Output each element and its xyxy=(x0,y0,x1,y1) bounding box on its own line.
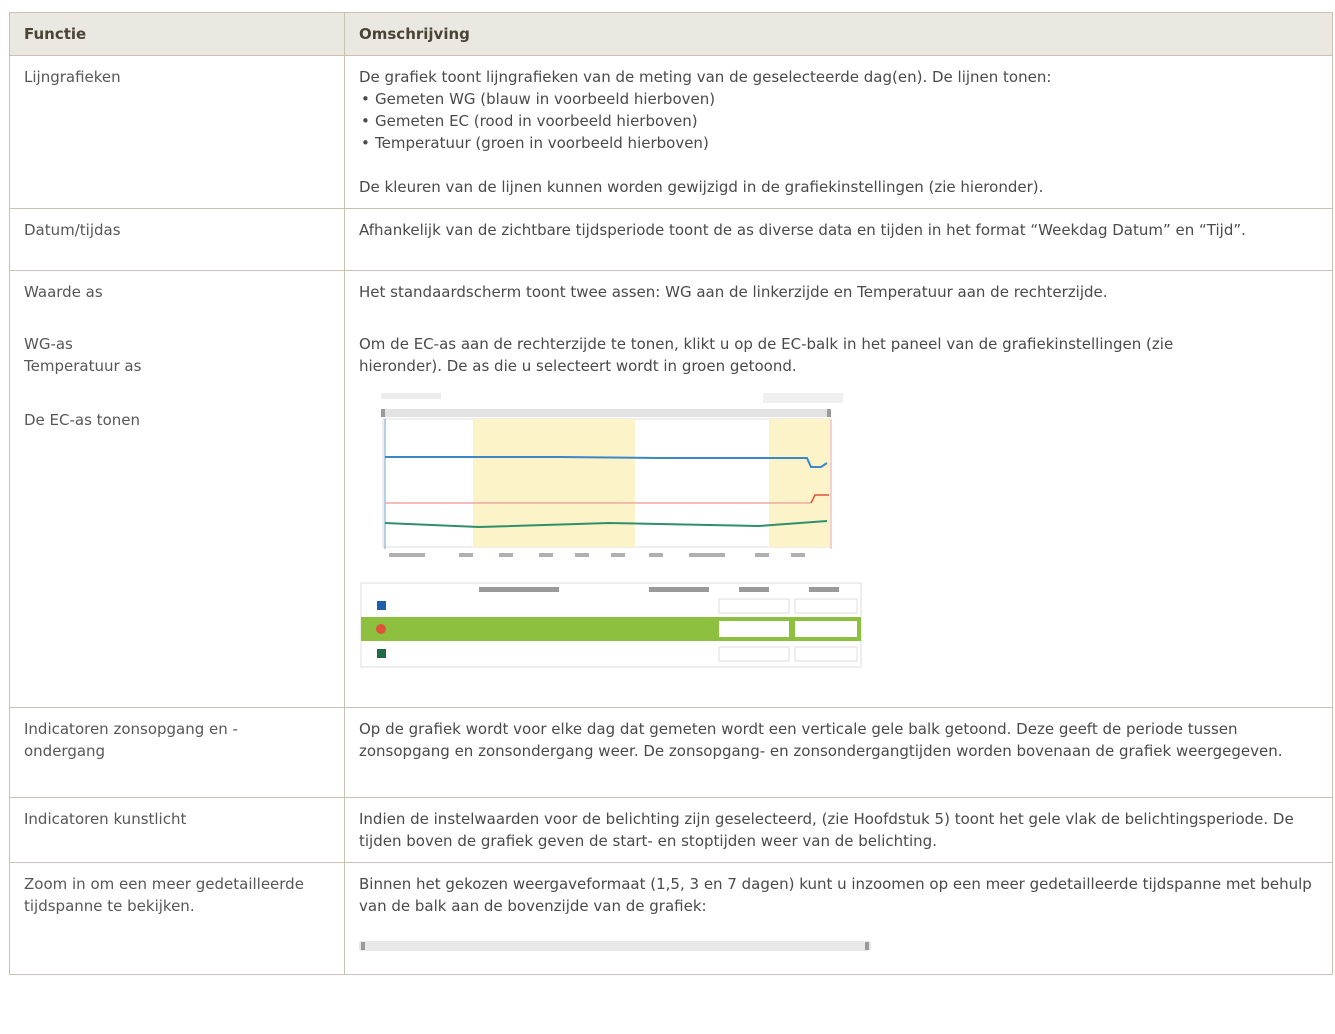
zoom-bar-image xyxy=(359,941,871,951)
table-row: Waarde as WG-as Temperatuur as De EC-as … xyxy=(9,270,1333,708)
function-cell: Indicatoren zonsopgang en -ondergang xyxy=(9,707,345,798)
table-header-row: Functie Omschrijving xyxy=(9,12,1333,56)
description-cell: De grafiek toont lijngrafieken van de me… xyxy=(344,55,1333,209)
description-cell: Indien de instelwaarden voor de belichti… xyxy=(344,797,1333,863)
chart-screenshot xyxy=(359,391,867,671)
description-cell: Op de grafiek wordt voor elke dag dat ge… xyxy=(344,707,1333,798)
chart-screenshot-image xyxy=(360,393,862,668)
function-cell: Indicatoren kunstlicht xyxy=(9,797,345,863)
zoom-handle-icon xyxy=(865,942,869,950)
description-cell: Afhankelijk van de zichtbare tijdsperiod… xyxy=(344,208,1333,271)
description-text: Het standaardscherm toont twee assen: WG… xyxy=(359,283,1108,301)
table-row: Zoom in om een meer gedetailleerde tijds… xyxy=(9,862,1333,975)
description-text: Om de EC-as aan de rechterzijde te tonen… xyxy=(359,335,1174,375)
description-text: De grafiek toont lijngrafieken van de me… xyxy=(359,68,1052,86)
table-row: Lijngrafieken De grafiek toont lijngrafi… xyxy=(9,55,1333,209)
function-table: Functie Omschrijving Lijngrafieken De gr… xyxy=(9,12,1333,975)
table-row: Indicatoren kunstlicht Indien de instelw… xyxy=(9,797,1333,863)
bullet-list: Gemeten WG (blauw in voorbeeld hierboven… xyxy=(359,88,1318,154)
function-line: WG-as xyxy=(24,335,73,353)
description-cell: Binnen het gekozen weergaveformaat (1,5,… xyxy=(344,862,1333,975)
description-cell: Het standaardscherm toont twee assen: WG… xyxy=(344,270,1333,708)
list-item: Gemeten WG (blauw in voorbeeld hierboven… xyxy=(359,88,1318,110)
table-row: Indicatoren zonsopgang en -ondergang Op … xyxy=(9,707,1333,798)
function-cell: Zoom in om een meer gedetailleerde tijds… xyxy=(9,862,345,975)
description-text: Binnen het gekozen weergaveformaat (1,5,… xyxy=(359,875,1312,915)
function-line: Waarde as xyxy=(24,283,103,301)
function-line: Temperatuur as xyxy=(24,357,142,375)
header-omschrijving: Omschrijving xyxy=(344,12,1333,56)
table-row: Datum/tijdas Afhankelijk van de zichtbar… xyxy=(9,208,1333,271)
list-item: Temperatuur (groen in voorbeeld hierbove… xyxy=(359,132,1318,154)
function-cell: Datum/tijdas xyxy=(9,208,345,271)
header-functie: Functie xyxy=(9,12,345,56)
zoom-handle-icon xyxy=(361,942,365,950)
list-item: Gemeten EC (rood in voorbeeld hierboven) xyxy=(359,110,1318,132)
function-cell: Lijngrafieken xyxy=(9,55,345,209)
function-cell: Waarde as WG-as Temperatuur as De EC-as … xyxy=(9,270,345,708)
function-line: De EC-as tonen xyxy=(24,411,140,429)
description-text: De kleuren van de lijnen kunnen worden g… xyxy=(359,178,1044,196)
